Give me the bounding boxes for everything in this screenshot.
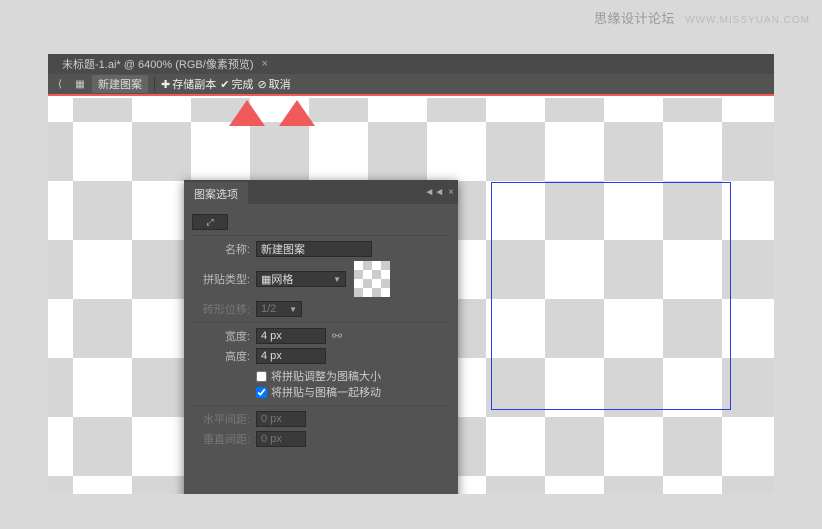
red-triangle-marker: [279, 100, 315, 126]
grid-icon: ▦: [261, 273, 271, 286]
checkbox[interactable]: [256, 387, 267, 398]
watermark-main: 思缘设计论坛: [594, 11, 675, 26]
chevron-down-icon: ▼: [289, 305, 297, 314]
vspacing-label: 垂直间距:: [192, 431, 250, 447]
width-label: 宽度:: [192, 328, 250, 344]
tile-edge-icon[interactable]: ⤢: [192, 214, 228, 230]
tile-options-icon[interactable]: ▦: [72, 76, 88, 92]
collapse-icon[interactable]: ◄◄: [424, 187, 444, 198]
width-input[interactable]: [256, 328, 326, 344]
divider: [192, 322, 450, 323]
pattern-options-panel: 图案选项 ◄◄ × ⤢ 名称: 拼贴类型: ▦ 网格 ▼: [184, 180, 458, 494]
move-with-artwork-checkbox[interactable]: 将拼贴与图稿一起移动: [256, 384, 450, 400]
size-to-artwork-checkbox[interactable]: 将拼贴调整为图稿大小: [256, 368, 450, 384]
divider: [192, 235, 450, 236]
checkbox[interactable]: [256, 371, 267, 382]
chevron-down-icon: ▼: [333, 275, 341, 284]
app-window: 未标题-1.ai* @ 6400% (RGB/像素预览) × ⟨ ▦ 新建图案 …: [48, 54, 774, 494]
pattern-preview: [354, 261, 390, 297]
name-label: 名称:: [192, 241, 250, 257]
cancel-icon: ⊘: [257, 78, 266, 91]
vspacing-input: [256, 431, 306, 447]
height-label: 高度:: [192, 348, 250, 364]
panel-body: ⤢ 名称: 拼贴类型: ▦ 网格 ▼ 砖形位移: 1/2 ▼: [184, 204, 458, 457]
pattern-tile-bounds[interactable]: [491, 182, 731, 410]
back-icon[interactable]: ⟨: [52, 76, 68, 92]
tiletype-label: 拼贴类型:: [192, 271, 250, 287]
hspacing-input: [256, 411, 306, 427]
brick-offset-select: 1/2 ▼: [256, 301, 302, 317]
separator: [154, 77, 155, 91]
check-icon: ✔: [220, 78, 229, 91]
close-panel-icon[interactable]: ×: [448, 187, 454, 198]
plus-icon: ✚: [161, 78, 170, 91]
tiletype-select[interactable]: ▦ 网格 ▼: [256, 271, 346, 287]
document-tab[interactable]: 未标题-1.ai* @ 6400% (RGB/像素预览): [54, 54, 261, 74]
link-icon[interactable]: ⚯: [332, 329, 342, 343]
panel-header[interactable]: 图案选项 ◄◄ ×: [184, 180, 458, 204]
divider: [192, 405, 450, 406]
pattern-edit-toolbar: ⟨ ▦ 新建图案 ✚ 存储副本 ✔ 完成 ⊘ 取消: [48, 74, 774, 96]
document-tab-bar: 未标题-1.ai* @ 6400% (RGB/像素预览) ×: [48, 54, 774, 74]
offset-label: 砖形位移:: [192, 301, 250, 317]
watermark: 思缘设计论坛 WWW.MISSYUAN.COM: [594, 8, 810, 27]
new-pattern-button[interactable]: 新建图案: [92, 75, 148, 93]
panel-tab[interactable]: 图案选项: [184, 182, 248, 206]
hspacing-label: 水平间距:: [192, 411, 250, 427]
red-triangle-marker: [229, 100, 265, 126]
watermark-sub: WWW.MISSYUAN.COM: [685, 15, 810, 26]
done-button[interactable]: ✔ 完成: [220, 76, 253, 92]
pattern-name-input[interactable]: [256, 241, 372, 257]
height-input[interactable]: [256, 348, 326, 364]
save-copy-button[interactable]: ✚ 存储副本: [161, 76, 216, 92]
cancel-button[interactable]: ⊘ 取消: [257, 76, 290, 92]
close-tab-icon[interactable]: ×: [261, 58, 267, 70]
